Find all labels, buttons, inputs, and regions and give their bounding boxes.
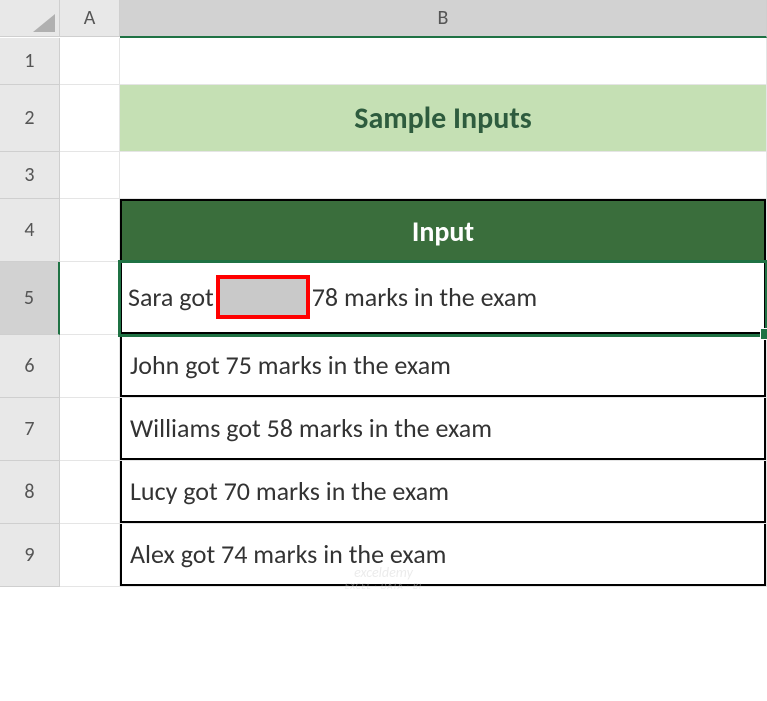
table-row: Williams got 58 marks in the exam [120, 398, 766, 460]
cell-a7[interactable] [60, 398, 120, 461]
spreadsheet-grid: A B 1 2 Sample Inputs 3 4 Input 5 Sara g… [0, 0, 767, 587]
cell-b2[interactable]: Sample Inputs [120, 85, 767, 152]
cell-b4[interactable]: Input [120, 199, 767, 262]
table-row: John got 75 marks in the exam [120, 335, 766, 397]
cell-b9[interactable]: Alex got 74 marks in the exam [120, 524, 767, 587]
row-header-6[interactable]: 6 [0, 335, 60, 398]
row-header-7[interactable]: 7 [0, 398, 60, 461]
cell-a9[interactable] [60, 524, 120, 587]
table-row: Lucy got 70 marks in the exam [120, 461, 766, 523]
fill-handle[interactable] [760, 328, 767, 340]
row-header-8[interactable]: 8 [0, 461, 60, 524]
cell-a1[interactable] [60, 38, 120, 85]
row-header-3[interactable]: 3 [0, 152, 60, 199]
table-header: Input [120, 199, 766, 261]
cell-a8[interactable] [60, 461, 120, 524]
col-header-a[interactable]: A [60, 0, 120, 37]
select-all-corner[interactable] [0, 0, 60, 37]
text-selection-highlight [216, 275, 310, 319]
b5-text-before: Sara got [128, 281, 214, 313]
cell-a5[interactable] [60, 262, 120, 335]
row-header-4[interactable]: 4 [0, 199, 60, 262]
b5-text-after: 78 marks in the exam [312, 281, 537, 313]
cell-a4[interactable] [60, 199, 120, 262]
row-header-1[interactable]: 1 [0, 38, 60, 85]
b5-content: Sara got 78 marks in the exam [120, 262, 766, 334]
cell-a2[interactable] [60, 85, 120, 152]
table-row: Alex got 74 marks in the exam [120, 524, 766, 586]
row-header-9[interactable]: 9 [0, 524, 60, 587]
cell-b6[interactable]: John got 75 marks in the exam [120, 335, 767, 398]
cell-b5[interactable]: Sara got 78 marks in the exam [120, 262, 767, 335]
row-header-2[interactable]: 2 [0, 85, 60, 152]
cell-b7[interactable]: Williams got 58 marks in the exam [120, 398, 767, 461]
cell-b1[interactable] [120, 38, 767, 85]
cell-b3[interactable] [120, 152, 767, 199]
col-header-b[interactable]: B [120, 0, 767, 38]
row-header-5[interactable]: 5 [0, 262, 60, 335]
cell-b8[interactable]: Lucy got 70 marks in the exam [120, 461, 767, 524]
cell-a3[interactable] [60, 152, 120, 199]
cell-a6[interactable] [60, 335, 120, 398]
title-band: Sample Inputs [120, 85, 766, 151]
